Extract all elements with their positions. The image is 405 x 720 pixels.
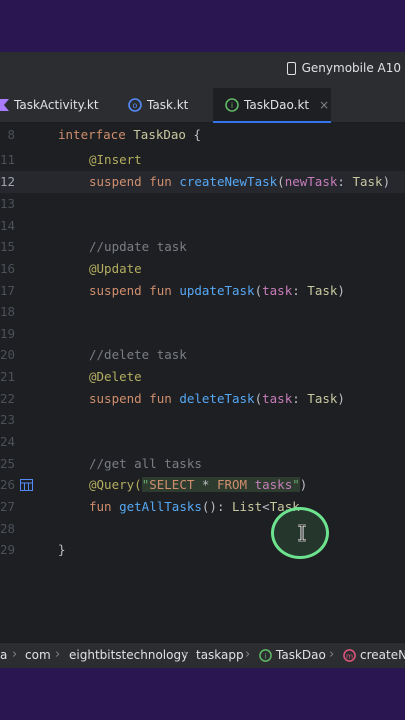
line-number: 20 [0,347,16,362]
method-icon: m [343,648,356,662]
svg-text:i: i [231,101,233,110]
line-number: 19 [0,326,16,341]
breadcrumb-label: TaskDao [276,648,326,662]
line-number: 11 [0,152,16,167]
kotlin-class-icon [0,99,9,111]
phone-icon [286,61,296,75]
code-line: 11 @Insert [0,149,405,171]
code-text: interface TaskDao { [58,127,202,142]
code-line-current: 12 suspend fun createNewTask(newTask: Ta… [0,171,405,193]
code-text: suspend fun updateTask(task: Task) [89,283,345,298]
letterbox-bottom [0,668,405,720]
line-number: 26 [0,477,16,492]
line-number: 25 [0,456,16,471]
svg-text:o: o [133,101,138,110]
code-text: @Update [89,261,142,276]
line-number: 29 [0,542,16,557]
code-line: 28 [0,518,405,540]
line-number: 17 [0,283,16,298]
code-line: 8 interface TaskDao { [0,124,405,146]
kotlin-object-icon: o [128,98,142,112]
tab-label: TaskActivity.kt [14,98,99,112]
line-number: 13 [0,196,16,211]
text-cursor-icon [298,524,306,542]
code-line: 15 //update task [0,236,405,258]
breadcrumb-separator: › [329,647,335,662]
line-number: 27 [0,499,16,514]
svg-text:i: i [264,651,266,660]
code-text: @Delete [89,369,142,384]
breadcrumb-item[interactable]: a [0,648,7,662]
breadcrumb-separator: › [55,647,61,662]
code-text: fun getAllTasks(): List<Task [89,499,300,514]
svg-text:m: m [346,651,353,660]
code-line: 23 [0,409,405,431]
code-line: 14 [0,215,405,237]
editor-tabs: TaskActivity.kt o Task.kt i TaskDao.kt × [0,88,405,123]
device-selector[interactable]: Genymobile A10 [286,61,401,75]
code-line: 17 suspend fun updateTask(task: Task) [0,280,405,302]
code-text: suspend fun createNewTask(newTask: Task) [89,174,391,189]
breadcrumb-item[interactable]: taskapp [196,648,244,662]
code-text: @Query("SELECT * FROM tasks") [89,477,308,492]
close-icon[interactable]: × [319,98,329,112]
breadcrumb-item-taskdao[interactable]: i TaskDao [259,648,326,662]
code-line: 16 @Update [0,258,405,280]
line-number: 21 [0,369,16,384]
tab-taskactivity[interactable]: TaskActivity.kt [0,88,116,122]
code-line: 20 //delete task [0,344,405,366]
line-number: 14 [0,218,16,233]
tab-label: TaskDao.kt [244,98,310,112]
code-line: 24 [0,431,405,453]
letterbox-top [0,0,405,52]
tab-taskdao[interactable]: i TaskDao.kt × [213,88,331,123]
breadcrumb-item[interactable]: eightbitstechnology [69,648,188,662]
code-line: 19 [0,323,405,345]
kotlin-interface-icon: i [259,648,272,662]
code-text: //get all tasks [89,456,202,471]
code-line: 26 @Query("SELECT * FROM tasks") [0,474,405,496]
kotlin-interface-icon: i [225,98,239,112]
line-number: 24 [0,434,16,449]
tab-label: Task.kt [147,98,189,112]
code-line: 22 suspend fun deleteTask(task: Task) [0,388,405,410]
code-text: //delete task [89,347,187,362]
line-number: 18 [0,304,16,319]
breadcrumb-item-method[interactable]: m createNe [343,648,405,662]
database-query-icon[interactable] [20,479,33,491]
code-text: suspend fun deleteTask(task: Task) [89,391,345,406]
tab-task[interactable]: o Task.kt [128,88,210,122]
breadcrumb: a › com › eightbitstechnology › taskapp … [0,642,405,668]
breadcrumb-separator: › [183,647,189,662]
code-text: //update task [89,239,187,254]
line-number: 22 [0,391,16,406]
breadcrumb-separator: › [12,647,18,662]
code-text: @Insert [89,152,142,167]
line-number: 8 [7,127,15,142]
code-line: 18 [0,301,405,323]
toolbar: Genymobile A10 [0,52,405,89]
ide-window: Genymobile A10 TaskActivity.kt o Task.kt… [0,52,405,668]
device-label: Genymobile A10 [301,61,401,75]
line-number: 28 [0,521,16,536]
code-line: 13 [0,193,405,215]
code-line: 21 @Delete [0,366,405,388]
breadcrumb-label: createNe [360,648,405,662]
code-editor[interactable]: 8 interface TaskDao { 11 @Insert 12 susp… [0,123,405,621]
line-number: 15 [0,239,16,254]
line-number: 12 [0,174,16,189]
code-line: 27 fun getAllTasks(): List<Task [0,496,405,518]
line-number: 16 [0,261,16,276]
breadcrumb-item[interactable]: com [25,648,51,662]
line-number: 23 [0,412,16,427]
breadcrumb-separator: › [245,647,251,662]
code-text: } [58,542,66,557]
code-line: 25 //get all tasks [0,453,405,475]
code-line: 29 } [0,539,405,561]
